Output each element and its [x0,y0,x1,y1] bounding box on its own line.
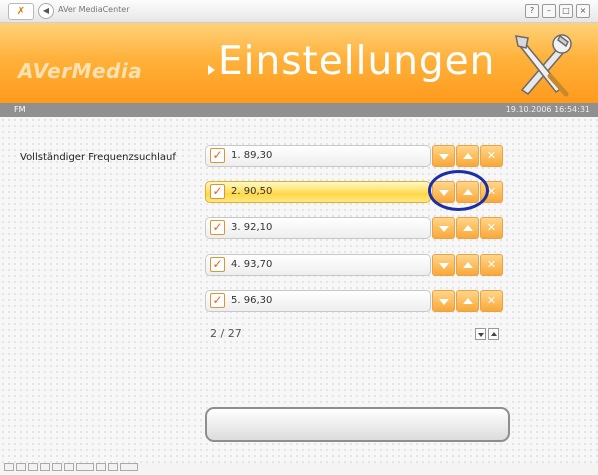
volume-down-button[interactable] [96,463,106,471]
arrow-down-icon [439,154,449,160]
highlight-ring [428,170,489,211]
setting-label: Vollständiger Frequenzsuchlauf [20,152,176,163]
arrow-up-icon [463,153,473,159]
page-down-button[interactable] [475,328,486,340]
delete-button[interactable]: ✕ [480,145,503,167]
arrow-up-icon [491,332,497,336]
channel-button[interactable] [76,463,94,471]
app-window: ✗ ◀ AVer MediaCenter ? – □ × AVerMedia E… [0,0,598,475]
delete-button[interactable]: ✕ [480,290,503,312]
channel-row[interactable]: ✓ 1. 89,30 [205,145,431,167]
delete-icon: ✕ [486,221,497,234]
arrow-down-icon [439,226,449,232]
pause-button[interactable] [40,463,50,471]
channel-checkbox[interactable]: ✓ [210,148,225,163]
move-down-button[interactable] [432,217,455,239]
title-bar: ✗ ◀ AVer MediaCenter ? – □ × [0,0,598,23]
arrow-up-icon [463,298,473,304]
mode-label: FM [14,105,26,114]
move-down-button[interactable] [432,145,455,167]
arrow-down-icon [439,299,449,305]
mute-button[interactable] [120,463,138,471]
arrow-up-icon [463,225,473,231]
title-arrow-icon [208,65,215,75]
volume-up-button[interactable] [108,463,118,471]
channel-checkbox[interactable]: ✓ [210,257,225,272]
channel-label: 5. 96,30 [231,295,273,306]
minimize-button[interactable]: – [542,4,556,18]
channel-row[interactable]: ✓ 3. 92,10 [205,217,431,239]
datetime-label: 19.10.2006 16:54:31 [505,105,590,114]
move-down-button[interactable] [432,254,455,276]
tools-icon [515,34,572,97]
delete-button[interactable]: ✕ [480,254,503,276]
channel-controls: ✕ [432,290,503,312]
channel-label: 3. 92,10 [231,222,273,233]
page-up-button[interactable] [488,328,499,340]
header-banner: AVerMedia Einstellungen [0,23,598,103]
channel-checkbox[interactable]: ✓ [210,184,225,199]
restore-button[interactable]: □ [559,4,573,18]
channel-checkbox[interactable]: ✓ [210,220,225,235]
back-icon[interactable]: ◀ [38,3,54,19]
delete-icon: ✕ [486,258,497,271]
play-button[interactable] [28,463,38,471]
move-up-button[interactable] [456,254,479,276]
forward-button[interactable] [64,463,74,471]
channel-row[interactable]: ✓ 4. 93,70 [205,254,431,276]
start-scan-button[interactable] [205,407,510,442]
pagination-controls [475,328,499,340]
channel-row-selected[interactable]: ✓ 2. 90,50 [205,181,431,203]
window-title: AVer MediaCenter [58,5,130,14]
status-strip: FM 19.10.2006 16:54:31 [0,103,598,117]
help-button[interactable]: ? [525,4,539,18]
page-title: Einstellungen [218,39,496,84]
channel-controls: ✕ [432,145,503,167]
channel-checkbox[interactable]: ✓ [210,293,225,308]
move-up-button[interactable] [456,145,479,167]
record-button[interactable] [4,463,14,471]
arrow-down-icon [478,333,484,337]
window-controls: ? – □ × [525,4,590,18]
settings-content: Vollständiger Frequenzsuchlauf ✓ 1. 89,3… [0,117,598,463]
pagination-text: 2 / 27 [210,327,242,340]
delete-icon: ✕ [486,149,497,162]
arrow-down-icon [439,263,449,269]
move-down-button[interactable] [432,290,455,312]
close-button[interactable]: × [576,4,590,18]
channel-label: 1. 89,30 [231,150,273,161]
brand-logo: AVerMedia [18,59,143,83]
delete-button[interactable]: ✕ [480,217,503,239]
move-up-button[interactable] [456,290,479,312]
channel-label: 4. 93,70 [231,259,273,270]
channel-controls: ✕ [432,254,503,276]
stop-button[interactable] [16,463,26,471]
transport-bar [4,463,138,473]
channel-label: 2. 90,50 [231,186,273,197]
app-logo-icon[interactable]: ✗ [8,3,34,20]
delete-icon: ✕ [486,294,497,307]
move-up-button[interactable] [456,217,479,239]
rewind-button[interactable] [52,463,62,471]
channel-controls: ✕ [432,217,503,239]
channel-row[interactable]: ✓ 5. 96,30 [205,290,431,312]
arrow-up-icon [463,262,473,268]
